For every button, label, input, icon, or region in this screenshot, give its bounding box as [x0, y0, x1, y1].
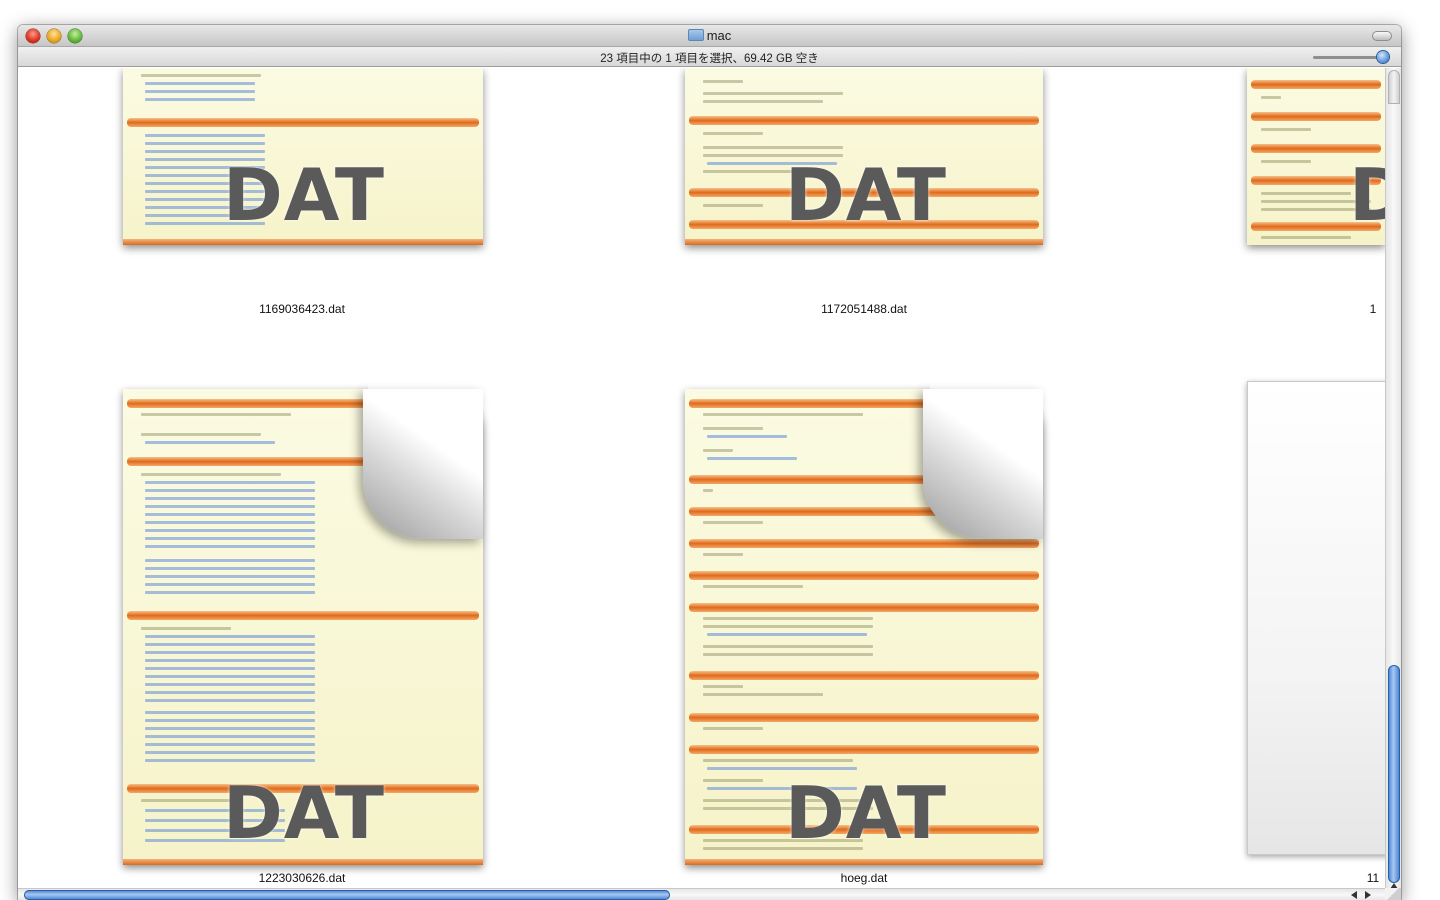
file-name-label: 1169036423.dat	[259, 302, 345, 316]
page-curl-icon	[363, 389, 483, 539]
dat-badge: DAT	[223, 153, 386, 237]
scroll-right-arrow-icon[interactable]	[1365, 891, 1371, 899]
document-preview-icon: DAT	[685, 68, 1043, 245]
window-title: mac	[18, 28, 1401, 43]
finder-window: mac 23 項目中の 1 項目を選択、69.42 GB 空き DAT 1169…	[18, 25, 1401, 900]
document-preview-icon	[1247, 381, 1385, 855]
horizontal-scrollbar[interactable]	[18, 888, 1385, 900]
file-item[interactable]: DAT 1172051488.dat	[578, 68, 1138, 323]
file-item[interactable]: D 1	[1138, 68, 1385, 323]
file-item[interactable]: DAT hoeg.dat	[578, 364, 1138, 888]
file-name-label: 1223030626.dat	[258, 871, 346, 885]
scroll-left-arrow-icon[interactable]	[1351, 891, 1357, 899]
icon-size-slider[interactable]	[1313, 56, 1383, 59]
icon-size-slider-knob[interactable]	[1377, 51, 1389, 63]
document-preview-icon: DAT	[123, 68, 483, 245]
title-bar[interactable]: mac	[18, 25, 1401, 47]
file-item[interactable]: DAT 1169036423.dat	[18, 68, 578, 323]
page-curl-icon	[923, 389, 1043, 539]
file-item[interactable]: DAT 1223030626.dat	[18, 364, 578, 888]
horizontal-scroll-thumb[interactable]	[24, 890, 670, 900]
toolbar-toggle-button[interactable]	[1372, 31, 1392, 41]
file-name-label: 11	[1366, 871, 1380, 885]
scrollbar-top-handle	[1388, 70, 1400, 104]
dat-badge: DAT	[785, 153, 948, 237]
desktop: mac 23 項目中の 1 項目を選択、69.42 GB 空き DAT 1169…	[0, 0, 1440, 900]
file-name-label: 1172051488.dat	[821, 302, 907, 316]
resize-grip-icon[interactable]	[1385, 888, 1401, 900]
dat-badge: D	[1349, 153, 1385, 237]
status-text: 23 項目中の 1 項目を選択、69.42 GB 空き	[600, 53, 819, 65]
file-name-label: 1	[1369, 302, 1377, 316]
folder-icon	[687, 29, 704, 41]
dat-badge: DAT	[785, 771, 948, 855]
status-bar: 23 項目中の 1 項目を選択、69.42 GB 空き	[18, 47, 1401, 67]
vertical-scrollbar[interactable]	[1385, 68, 1401, 900]
dat-badge: DAT	[223, 771, 386, 855]
file-name-label: hoeg.dat	[840, 871, 888, 885]
document-preview-icon: D	[1247, 68, 1385, 245]
file-item[interactable]: 11	[1138, 364, 1385, 888]
icon-view: DAT 1169036423.dat DAT 1172051488.dat D …	[18, 68, 1385, 888]
window-title-text: mac	[706, 28, 732, 43]
vertical-scroll-thumb[interactable]	[1388, 665, 1400, 883]
